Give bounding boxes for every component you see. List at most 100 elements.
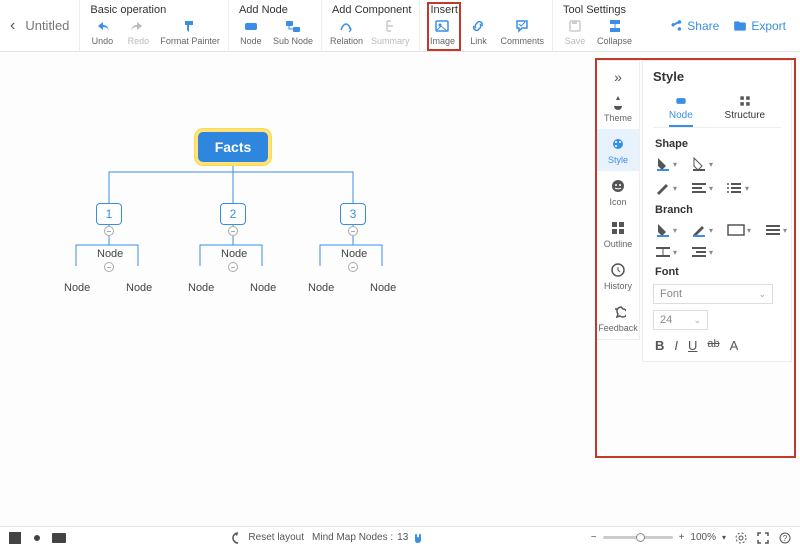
zoom-slider[interactable] [603,536,673,539]
toolbar-group: Basic operationUndoRedoFormat Painter [79,0,228,51]
node-count: Mind Map Nodes : 13 [312,532,424,544]
collapse-toggle[interactable]: − [228,262,238,272]
sidebar-item-feedback[interactable]: Feedback [597,297,639,339]
comments-button[interactable]: Comments [500,18,544,46]
italic-button[interactable]: I [674,338,678,353]
branch-shape-picker[interactable]: ▾ [727,222,751,238]
collapse-toggle[interactable]: − [104,262,114,272]
sidebar-item-theme[interactable]: Theme [597,87,639,129]
collapse-toggle[interactable]: − [228,226,238,236]
share-button[interactable]: Share [669,19,719,33]
sidebar-item-style[interactable]: Style [597,129,639,171]
branch-align-picker[interactable]: ▾ [765,222,787,238]
export-button[interactable]: Export [733,19,786,33]
theme-icon [609,93,627,111]
mindmap-node[interactable]: Node [188,282,214,294]
underline-button[interactable]: U [688,338,697,353]
branch-spacing-picker[interactable]: ▾ [655,246,677,258]
collapse-toggle[interactable]: − [348,226,358,236]
mindmap-node[interactable]: Node [308,282,334,294]
list-picker[interactable]: ▾ [727,180,749,196]
branch-line-picker[interactable]: ▾ [691,222,713,238]
collapse-panel-button[interactable]: » [597,67,639,87]
shape-row-2: ▾ ▾ ▾ [653,180,781,196]
toolbar-right: Share Export [669,0,800,51]
fill-icon [655,156,671,172]
mindmap-node[interactable]: Node [64,282,90,294]
mindmap-node[interactable]: Node [250,282,276,294]
sub-node-icon [285,18,301,34]
grid-icon [9,532,21,544]
line-style-picker[interactable]: ▾ [655,180,677,196]
group-label: Add Node [237,4,313,16]
node-button[interactable]: Node [237,18,265,46]
mindmap-node[interactable]: Node [97,248,123,260]
align-picker[interactable]: ▾ [691,180,713,196]
brightness-toggle[interactable] [30,531,44,545]
tab-structure[interactable]: Structure [725,94,766,127]
reset-layout-button[interactable]: Reset layout [232,532,304,544]
strike-button[interactable]: ab [707,338,719,353]
summary-icon [382,18,398,34]
mindmap-node[interactable]: Node [221,248,247,260]
relation-button[interactable]: Relation [330,18,363,46]
border-color-picker[interactable]: ▾ [691,156,713,172]
mindmap-root[interactable]: Facts [198,132,268,162]
undo-button[interactable]: Undo [88,18,116,46]
center-button[interactable] [734,531,748,545]
keyboard-toggle[interactable] [52,531,66,545]
format-painter-icon [182,18,198,34]
side-nav: » Theme Style IconOutlineHistory Feedback [596,60,640,340]
mindmap-node-3[interactable]: 3 [340,203,366,225]
btn-label: Undo [92,36,114,46]
sidebar-item-outline[interactable]: Outline [597,213,639,255]
mindmap-node[interactable]: Node [341,248,367,260]
collapse-toggle[interactable]: − [104,226,114,236]
branch-color-picker[interactable]: ▾ [655,222,677,238]
node-icon [243,18,259,34]
pencil-icon [691,222,707,238]
document-title[interactable]: Untitled [25,18,69,33]
sidebar-item-history[interactable]: History [597,255,639,297]
format-painter-button[interactable]: Format Painter [160,18,220,46]
zoom-in-button[interactable]: + [679,532,685,543]
structure-tab-icon [738,94,752,108]
list-icon [727,182,743,194]
mindmap-node[interactable]: Node [370,282,396,294]
zoom-out-button[interactable]: − [591,532,597,543]
undo-icon [94,18,110,34]
tab-node[interactable]: Node [669,94,693,127]
zoom-dropdown[interactable]: ▾ [722,533,726,542]
grid-toggle[interactable] [8,531,22,545]
save-button: Save [561,18,589,46]
font-size-select[interactable]: 24⌄ [653,310,708,330]
fullscreen-button[interactable] [756,531,770,545]
status-bar: Reset layout Mind Map Nodes : 13 − + 100… [0,526,800,548]
collapse-icon [607,18,623,34]
sidebar-label: Feedback [598,323,638,333]
svg-text:?: ? [783,534,788,543]
sub-node-button[interactable]: Sub Node [273,18,313,46]
link-button[interactable]: Link [464,18,492,46]
font-family-select[interactable]: Font⌄ [653,284,773,304]
mindmap-node-2[interactable]: 2 [220,203,246,225]
image-button[interactable]: Image [428,18,456,46]
mindmap-node[interactable]: Node [126,282,152,294]
mindmap-node-1[interactable]: 1 [96,203,122,225]
toolbar-group: Add Node Node Sub Node [228,0,321,51]
bold-button[interactable]: B [655,338,664,353]
fill-color-picker[interactable]: ▾ [655,156,677,172]
outline-icon [609,219,627,237]
hand-icon[interactable] [412,532,424,544]
collapse-button[interactable]: Collapse [597,18,632,46]
sidebar-label: Style [608,155,628,165]
sidebar-item-icon[interactable]: Icon [597,171,639,213]
group-label: Add Component [330,4,412,16]
branch-indent-picker[interactable]: ▾ [691,246,713,258]
font-color-button[interactable]: A [730,338,739,353]
collapse-toggle[interactable]: − [348,262,358,272]
help-button[interactable]: ? [778,531,792,545]
icon-icon [609,177,627,195]
back-button[interactable]: ‹ [10,17,15,35]
align-icon [765,224,781,236]
